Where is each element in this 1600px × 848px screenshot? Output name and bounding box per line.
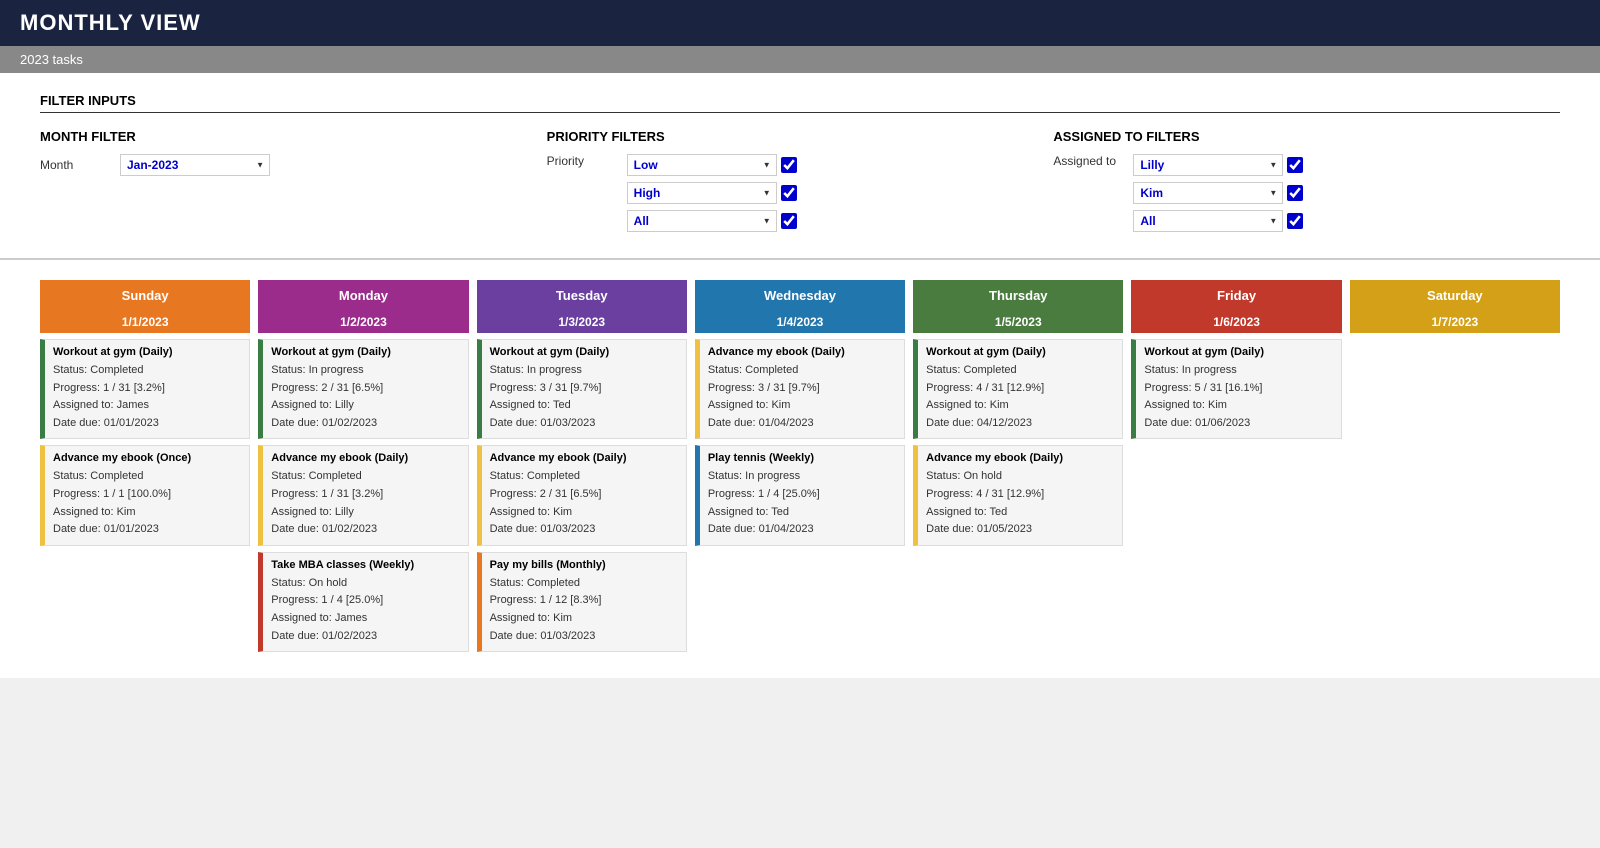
task-details: Status: In progress Progress: 1 / 4 [25.… [708, 468, 896, 538]
task-title: Workout at gym (Daily) [490, 346, 678, 358]
task-card: Advance my ebook (Daily) Status: Complete… [695, 339, 905, 439]
filter-section-title: FILTER INPUTS [40, 93, 1560, 113]
day-column-sunday: Sunday1/1/2023 Workout at gym (Daily) Stat… [40, 280, 250, 658]
day-date-thursday: 1/5/2023 [913, 311, 1123, 333]
task-details: Status: In progress Progress: 5 / 31 [16… [1144, 362, 1332, 432]
subtitle: 2023 tasks [20, 52, 83, 67]
task-details: Status: Completed Progress: 1 / 12 [8.3%… [490, 575, 678, 645]
calendar-grid: Sunday1/1/2023 Workout at gym (Daily) Stat… [40, 280, 1560, 658]
task-title: Workout at gym (Daily) [926, 346, 1114, 358]
task-title: Workout at gym (Daily) [53, 346, 241, 358]
day-name-saturday: Saturday [1350, 280, 1560, 311]
month-filter-label: Month [40, 158, 120, 172]
day-date-tuesday: 1/3/2023 [477, 311, 687, 333]
task-card: Advance my ebook (Daily) Status: Complete… [258, 445, 468, 545]
task-title: Advance my ebook (Daily) [926, 452, 1114, 464]
day-date-wednesday: 1/4/2023 [695, 311, 905, 333]
priority-select-2[interactable]: HighLowMediumAll [627, 182, 777, 204]
filter-section: FILTER INPUTS MONTH FILTER Month Jan-202… [0, 73, 1600, 260]
day-column-wednesday: Wednesday1/4/2023 Advance my ebook (Daily… [695, 280, 905, 658]
day-column-saturday: Saturday1/7/2023 [1350, 280, 1560, 658]
assigned-select-1[interactable]: LillyKimTedJamesAll [1133, 154, 1283, 176]
calendar-section: Sunday1/1/2023 Workout at gym (Daily) Stat… [0, 260, 1600, 678]
task-card: Workout at gym (Daily) Status: Completed … [40, 339, 250, 439]
priority-checkbox-2[interactable] [781, 185, 797, 201]
task-card: Pay my bills (Monthly) Status: Completed … [477, 552, 687, 652]
task-title: Workout at gym (Daily) [1144, 346, 1332, 358]
month-filter-group: MONTH FILTER Month Jan-2023 Feb-2023 Mar… [40, 129, 547, 182]
day-name-tuesday: Tuesday [477, 280, 687, 311]
task-title: Advance my ebook (Once) [53, 452, 241, 464]
priority-select-3[interactable]: AllLowHighMedium [627, 210, 777, 232]
task-title: Advance my ebook (Daily) [490, 452, 678, 464]
priority-filter-label: Priority [547, 154, 627, 168]
day-name-sunday: Sunday [40, 280, 250, 311]
task-details: Status: On hold Progress: 4 / 31 [12.9%]… [926, 468, 1114, 538]
task-details: Status: Completed Progress: 1 / 1 [100.0… [53, 468, 241, 538]
day-column-monday: Monday1/2/2023 Workout at gym (Daily) Stat… [258, 280, 468, 658]
month-select[interactable]: Jan-2023 Feb-2023 Mar-2023 [120, 154, 270, 176]
task-title: Workout at gym (Daily) [271, 346, 459, 358]
task-title: Play tennis (Weekly) [708, 452, 896, 464]
day-date-sunday: 1/1/2023 [40, 311, 250, 333]
task-details: Status: In progress Progress: 2 / 31 [6.… [271, 362, 459, 432]
month-filter-title: MONTH FILTER [40, 129, 507, 144]
assigned-checkbox-2[interactable] [1287, 185, 1303, 201]
task-title: Pay my bills (Monthly) [490, 559, 678, 571]
task-details: Status: Completed Progress: 2 / 31 [6.5%… [490, 468, 678, 538]
task-card: Workout at gym (Daily) Status: Completed … [913, 339, 1123, 439]
assigned-filter-label: Assigned to [1053, 154, 1133, 168]
task-card: Advance my ebook (Once) Status: Completed… [40, 445, 250, 545]
task-card: Take MBA classes (Weekly) Status: On hold… [258, 552, 468, 652]
priority-checkbox-1[interactable] [781, 157, 797, 173]
priority-select-1[interactable]: LowHighMediumAll [627, 154, 777, 176]
page-title: MONTHLY VIEW [20, 10, 1580, 36]
task-title: Take MBA classes (Weekly) [271, 559, 459, 571]
assigned-filter-group: ASSIGNED TO FILTERS Assigned to LillyKim… [1053, 129, 1560, 238]
assigned-checkbox-3[interactable] [1287, 213, 1303, 229]
task-card: Workout at gym (Daily) Status: In progres… [477, 339, 687, 439]
task-details: Status: Completed Progress: 3 / 31 [9.7%… [708, 362, 896, 432]
day-name-friday: Friday [1131, 280, 1341, 311]
task-card: Advance my ebook (Daily) Status: Complete… [477, 445, 687, 545]
assigned-filter-title: ASSIGNED TO FILTERS [1053, 129, 1520, 144]
task-title: Advance my ebook (Daily) [271, 452, 459, 464]
sub-header: 2023 tasks [0, 46, 1600, 73]
day-name-monday: Monday [258, 280, 468, 311]
assigned-select-2[interactable]: KimLillyTedJamesAll [1133, 182, 1283, 204]
task-card: Workout at gym (Daily) Status: In progres… [258, 339, 468, 439]
priority-filter-group: PRIORITY FILTERS Priority LowHighMediumA… [547, 129, 1054, 238]
task-title: Advance my ebook (Daily) [708, 346, 896, 358]
day-column-friday: Friday1/6/2023 Workout at gym (Daily) Stat… [1131, 280, 1341, 658]
priority-filter-title: PRIORITY FILTERS [547, 129, 1014, 144]
day-name-thursday: Thursday [913, 280, 1123, 311]
day-column-tuesday: Tuesday1/3/2023 Workout at gym (Daily) Sta… [477, 280, 687, 658]
day-date-friday: 1/6/2023 [1131, 311, 1341, 333]
task-card: Play tennis (Weekly) Status: In progress … [695, 445, 905, 545]
task-details: Status: Completed Progress: 1 / 31 [3.2%… [53, 362, 241, 432]
day-column-thursday: Thursday1/5/2023 Workout at gym (Daily) St… [913, 280, 1123, 658]
task-card: Workout at gym (Daily) Status: In progres… [1131, 339, 1341, 439]
day-name-wednesday: Wednesday [695, 280, 905, 311]
task-card: Advance my ebook (Daily) Status: On hold … [913, 445, 1123, 545]
day-date-saturday: 1/7/2023 [1350, 311, 1560, 333]
task-details: Status: Completed Progress: 4 / 31 [12.9… [926, 362, 1114, 432]
assigned-checkbox-1[interactable] [1287, 157, 1303, 173]
assigned-select-3[interactable]: AllLillyKimTedJames [1133, 210, 1283, 232]
priority-checkbox-3[interactable] [781, 213, 797, 229]
task-details: Status: Completed Progress: 1 / 31 [3.2%… [271, 468, 459, 538]
task-details: Status: In progress Progress: 3 / 31 [9.… [490, 362, 678, 432]
day-date-monday: 1/2/2023 [258, 311, 468, 333]
header-bar: MONTHLY VIEW [0, 0, 1600, 46]
task-details: Status: On hold Progress: 1 / 4 [25.0%] … [271, 575, 459, 645]
